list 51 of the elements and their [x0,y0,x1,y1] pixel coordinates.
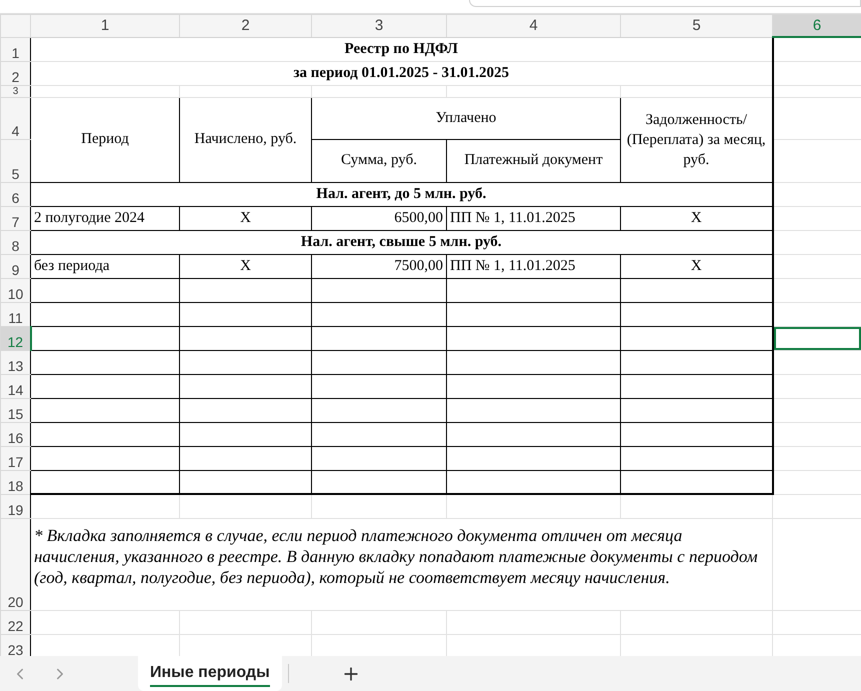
group-heading: Нал. агент, до 5 млн. руб. [30,182,772,206]
column-header[interactable]: 1 [30,14,180,37]
row-header[interactable]: 20 [0,518,30,610]
sheet-title: за период 01.01.2025 - 31.01.2025 [30,61,772,85]
group-heading: Нал. агент, свыше 5 млн. руб. [30,230,772,254]
column-heading: Уплачено [312,97,620,139]
row-header[interactable]: 1 [0,37,30,61]
column-header[interactable]: 4 [446,14,620,37]
row-header[interactable]: 4 [0,97,30,139]
table-cell: 7500,00 [312,254,446,278]
row-header[interactable]: 6 [0,182,30,206]
row-header[interactable]: 3 [0,85,30,97]
row-header[interactable]: 15 [0,398,30,422]
row-header[interactable]: 14 [0,374,30,398]
row-header[interactable]: 16 [0,422,30,446]
column-heading: Задолженность/ (Переплата) за месяц, руб. [620,97,772,182]
row-header[interactable]: 7 [0,206,30,230]
table-cell: X [180,254,312,278]
sheet-title: Реестр по НДФЛ [30,37,772,61]
row-header[interactable]: 17 [0,446,30,470]
table-cell: ПП № 1, 11.01.2025 [446,206,620,230]
row-header[interactable]: 23 [0,634,30,656]
table-cell: 6500,00 [312,206,446,230]
row-header[interactable]: 2 [0,61,30,85]
row-header[interactable]: 11 [0,302,30,326]
table-cell: X [620,254,772,278]
column-header[interactable]: 5 [620,14,772,37]
footnote-text: * Вкладка заполняется в случае, если период платежного документа отличен от месяца начисления, указанного в реестре. В данную вкладку попадают платежные документы с периодом (год, квартал, полугодие, без периода), который не соответствует месяцу начисления. [30,518,772,610]
column-heading: Начислено, руб. [180,97,312,182]
row-header[interactable]: 10 [0,278,30,302]
row-header[interactable]: 19 [0,494,30,518]
column-header[interactable]: 3 [312,14,446,37]
table-cell: X [180,206,312,230]
table-cell: X [620,206,772,230]
row-header[interactable]: 5 [0,139,30,182]
column-header[interactable]: 6 [772,14,861,37]
row-header[interactable]: 13 [0,350,30,374]
select-all-corner[interactable] [0,14,30,37]
row-header[interactable]: 22 [0,610,30,634]
selected-cell[interactable] [772,326,861,350]
column-heading: Сумма, руб. [312,139,446,182]
row-header[interactable]: 8 [0,230,30,254]
table-cell: ПП № 1, 11.01.2025 [446,254,620,278]
row-header[interactable]: 9 [0,254,30,278]
row-header[interactable]: 18 [0,470,30,494]
row-header[interactable]: 12 [0,326,30,350]
sheet-tab[interactable]: Иные периоды [138,656,282,691]
column-header[interactable]: 2 [180,14,312,37]
column-heading: Период [30,97,180,182]
table-cell: без периода [30,254,180,278]
table-cell: 2 полугодие 2024 [30,206,180,230]
